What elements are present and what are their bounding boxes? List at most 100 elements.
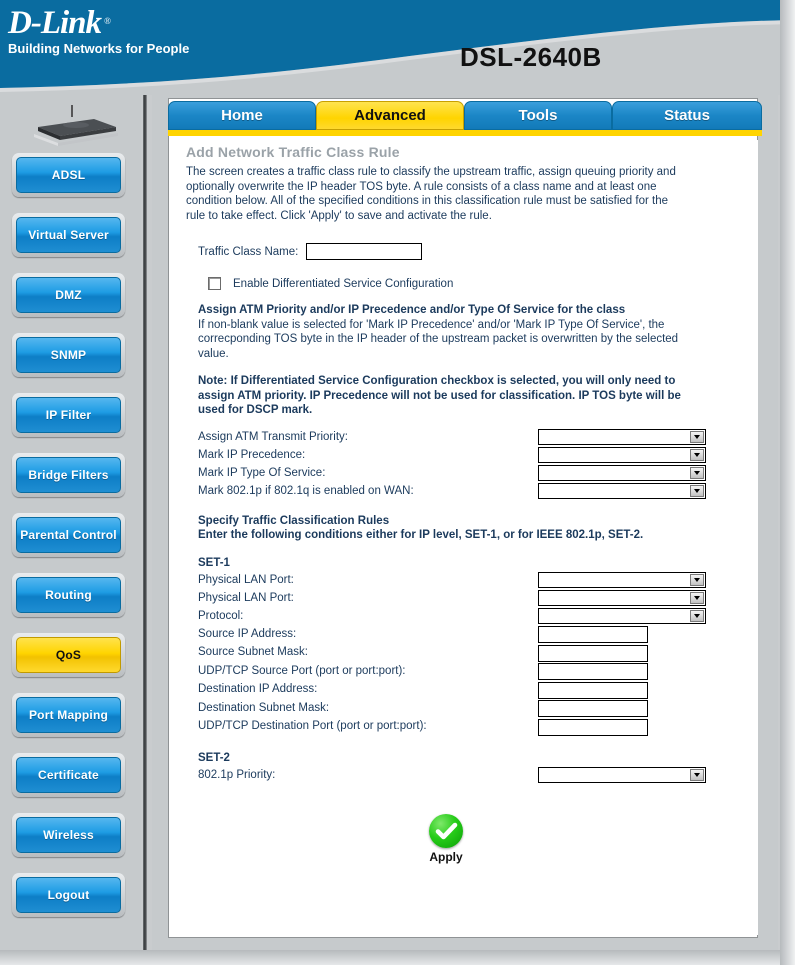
rules-heading: Specify Traffic Classification Rules xyxy=(198,514,390,527)
chevron-down-icon[interactable] xyxy=(690,768,704,781)
assign-priority-body: If non-blank value is selected for 'Mark… xyxy=(198,318,679,360)
rules-body: Enter the following conditions either fo… xyxy=(198,529,644,541)
logo-text: D-Link xyxy=(8,5,102,41)
table-row: Source Subnet Mask: xyxy=(198,643,708,662)
page-title: Add Network Traffic Class Rule xyxy=(186,144,400,160)
tab-status[interactable]: Status xyxy=(612,101,762,130)
sidebar-item-wireless[interactable]: Wireless xyxy=(12,813,125,857)
chevron-down-icon[interactable] xyxy=(690,466,704,479)
sidebar-item-parental-control[interactable]: Parental Control xyxy=(12,513,125,557)
set2-label: SET-2 xyxy=(198,751,230,764)
sidebar-item-virtual-server[interactable]: Virtual Server xyxy=(12,213,125,257)
physical-lan-port-1-select[interactable] xyxy=(538,571,706,588)
protocol-select[interactable] xyxy=(538,607,706,624)
dlink-logo: D-Link ® Building Networks for People xyxy=(8,6,208,56)
diffserv-checkbox[interactable] xyxy=(208,277,221,290)
logo-tagline: Building Networks for People xyxy=(8,41,190,56)
tab-tools[interactable]: Tools xyxy=(464,101,612,130)
chevron-down-icon[interactable] xyxy=(690,609,704,622)
destination-subnet-mask-input[interactable] xyxy=(538,700,648,717)
source-subnet-mask-input[interactable] xyxy=(538,644,648,662)
field-label: UDP/TCP Destination Port (port or port:p… xyxy=(198,720,427,733)
sidebar-item-label: DMZ xyxy=(55,288,82,302)
sidebar-item-qos[interactable]: QoS xyxy=(12,633,125,677)
tab-bar: Home Advanced Tools Status xyxy=(168,101,762,131)
apply-button[interactable]: Apply xyxy=(429,813,463,864)
sidebar-item-label: Wireless xyxy=(43,828,94,842)
router-icon xyxy=(34,105,118,146)
table-row: Destination IP Address: xyxy=(198,680,708,699)
assign-priority-section: Assign ATM Priority and/or IP Precedence… xyxy=(198,303,698,361)
page-description: The screen creates a traffic class rule … xyxy=(186,166,676,222)
field-label: Physical LAN Port: xyxy=(198,591,294,604)
field-label: Destination IP Address: xyxy=(198,683,318,696)
sidebar-item-port-mapping[interactable]: Port Mapping xyxy=(12,693,125,737)
note-text: Note: If Differentiated Service Configur… xyxy=(198,375,681,416)
source-ip-address-input[interactable] xyxy=(538,626,648,643)
table-row: UDP/TCP Destination Port (port or port:p… xyxy=(198,717,708,736)
sidebar-item-adsl[interactable]: ADSL xyxy=(12,153,125,197)
diffserv-checkbox-label: Enable Differentiated Service Configurat… xyxy=(233,277,454,290)
sidebar-item-bridge-filters[interactable]: Bridge Filters xyxy=(12,453,125,497)
chevron-down-icon[interactable] xyxy=(690,573,704,586)
chevron-down-icon[interactable] xyxy=(690,591,704,604)
sidebar-item-logout[interactable]: Logout xyxy=(12,873,125,917)
table-row: Physical LAN Port: xyxy=(198,571,708,589)
tab-label: Home xyxy=(221,107,263,124)
udp-tcp-destination-port-input[interactable] xyxy=(538,718,648,736)
traffic-class-name-label: Traffic Class Name: xyxy=(198,245,299,258)
table-row: Source IP Address: xyxy=(198,625,708,643)
traffic-class-name-input[interactable] xyxy=(306,243,423,260)
chevron-down-icon[interactable] xyxy=(690,448,704,461)
field-label: Destination Subnet Mask: xyxy=(198,701,330,714)
logo-wordmark: D-Link ® xyxy=(8,5,111,41)
sidebar-item-label: Routing xyxy=(45,588,92,602)
sidebar-item-routing[interactable]: Routing xyxy=(12,573,125,617)
sidebar: ADSL Virtual Server DMZ SNMP IP Filter B… xyxy=(0,95,141,950)
sidebar-item-certificate[interactable]: Certificate xyxy=(12,753,125,797)
traffic-class-name-row: Traffic Class Name: xyxy=(198,243,758,260)
table-row: Protocol: xyxy=(198,607,708,625)
table-row: Destination Subnet Mask: xyxy=(198,699,708,717)
sidebar-item-label: Bridge Filters xyxy=(28,468,109,482)
field-label: 802.1p Priority: xyxy=(198,768,276,781)
registered-trademark-icon: ® xyxy=(104,16,111,26)
mark-ip-precedence-select[interactable] xyxy=(538,446,706,463)
udp-tcp-source-port-input[interactable] xyxy=(538,663,648,680)
table-row: Physical LAN Port: xyxy=(198,589,708,607)
table-row: Mark IP Type Of Service: xyxy=(198,464,708,482)
sidebar-item-label: SNMP xyxy=(50,348,87,362)
tab-advanced[interactable]: Advanced xyxy=(316,101,464,130)
tab-home[interactable]: Home xyxy=(168,101,316,130)
diffserv-checkbox-row[interactable]: Enable Differentiated Service Configurat… xyxy=(208,277,758,290)
physical-lan-port-2-select[interactable] xyxy=(538,589,706,606)
sidebar-item-label: Port Mapping xyxy=(28,708,109,722)
assign-priority-heading: Assign ATM Priority and/or IP Precedence… xyxy=(198,304,626,316)
sidebar-divider xyxy=(143,95,147,950)
8021p-priority-select[interactable] xyxy=(538,766,706,783)
field-label: Mark IP Precedence: xyxy=(198,448,306,461)
app-window: D-Link ® Building Networks for People DSL… xyxy=(0,0,795,965)
atm-transmit-priority-select[interactable] xyxy=(538,428,706,445)
apply-button-label: Apply xyxy=(429,849,463,864)
table-row: 802.1p Priority: xyxy=(198,766,708,784)
sidebar-item-dmz[interactable]: DMZ xyxy=(12,273,125,317)
mark-8021p-wan-select[interactable] xyxy=(538,482,706,499)
set1-label: SET-1 xyxy=(198,556,230,569)
priority-fields-table: Assign ATM Transmit Priority: Mark IP Pr… xyxy=(198,428,708,500)
table-row: Mark IP Precedence: xyxy=(198,446,708,464)
tab-label: Status xyxy=(664,107,710,124)
table-row: Mark 802.1p if 802.1q is enabled on WAN: xyxy=(198,482,708,500)
field-label: Mark IP Type Of Service: xyxy=(198,466,326,479)
mark-ip-type-of-service-select[interactable] xyxy=(538,464,706,481)
tab-label: Tools xyxy=(518,107,558,124)
sidebar-item-label: QoS xyxy=(55,648,82,662)
window-right-edge xyxy=(780,0,795,965)
table-row: UDP/TCP Source Port (port or port:port): xyxy=(198,662,708,680)
sidebar-item-ip-filter[interactable]: IP Filter xyxy=(12,393,125,437)
page-header: D-Link ® Building Networks for People DSL… xyxy=(0,0,795,95)
sidebar-item-snmp[interactable]: SNMP xyxy=(12,333,125,377)
chevron-down-icon[interactable] xyxy=(690,430,704,443)
destination-ip-address-input[interactable] xyxy=(538,681,648,699)
chevron-down-icon[interactable] xyxy=(690,484,704,497)
